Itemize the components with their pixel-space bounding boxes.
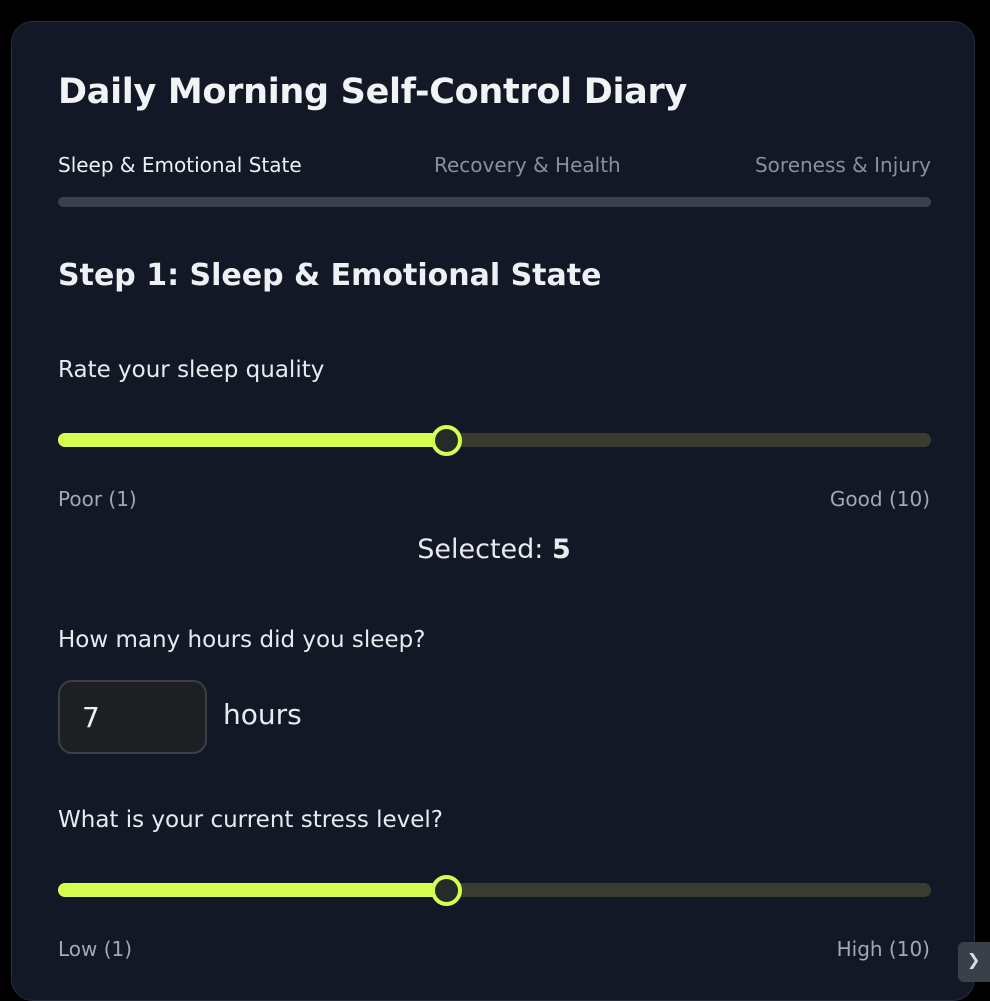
sleep-quality-min-label: Poor (1) xyxy=(58,487,137,511)
stress-level-label: What is your current stress level? xyxy=(58,807,444,833)
chevron-right-icon[interactable]: ❯ xyxy=(958,942,990,982)
tab-sleep-emotional-state[interactable]: Sleep & Emotional State xyxy=(58,153,302,177)
sleep-hours-unit: hours xyxy=(223,698,302,731)
sleep-quality-label: Rate your sleep quality xyxy=(58,357,325,383)
stress-level-slider-thumb[interactable] xyxy=(430,874,462,906)
stress-level-max-label: High (10) xyxy=(836,937,930,961)
step-tabs: Sleep & Emotional State Recovery & Healt… xyxy=(58,153,931,183)
stress-level-slider[interactable] xyxy=(58,874,931,906)
diary-card: Daily Morning Self-Control Diary Sleep &… xyxy=(11,21,975,1001)
sleep-hours-input[interactable] xyxy=(58,680,207,754)
sleep-quality-max-label: Good (10) xyxy=(829,487,930,511)
selected-value: 5 xyxy=(551,534,571,565)
selected-prefix: Selected: xyxy=(417,534,552,565)
page-title: Daily Morning Self-Control Diary xyxy=(58,72,687,112)
sleep-quality-slider-fill xyxy=(58,433,446,447)
tab-recovery-health[interactable]: Recovery & Health xyxy=(434,153,621,177)
sleep-quality-slider-thumb[interactable] xyxy=(430,424,462,456)
step-heading: Step 1: Sleep & Emotional State xyxy=(58,258,602,293)
sleep-quality-slider[interactable] xyxy=(58,424,931,456)
sleep-quality-selected: Selected: 5 xyxy=(12,534,976,565)
tab-soreness-injury[interactable]: Soreness & Injury xyxy=(755,153,931,177)
stress-level-min-label: Low (1) xyxy=(58,937,133,961)
sleep-hours-label: How many hours did you sleep? xyxy=(58,627,426,653)
step-progress-bar xyxy=(58,197,931,207)
stress-level-slider-fill xyxy=(58,883,446,897)
